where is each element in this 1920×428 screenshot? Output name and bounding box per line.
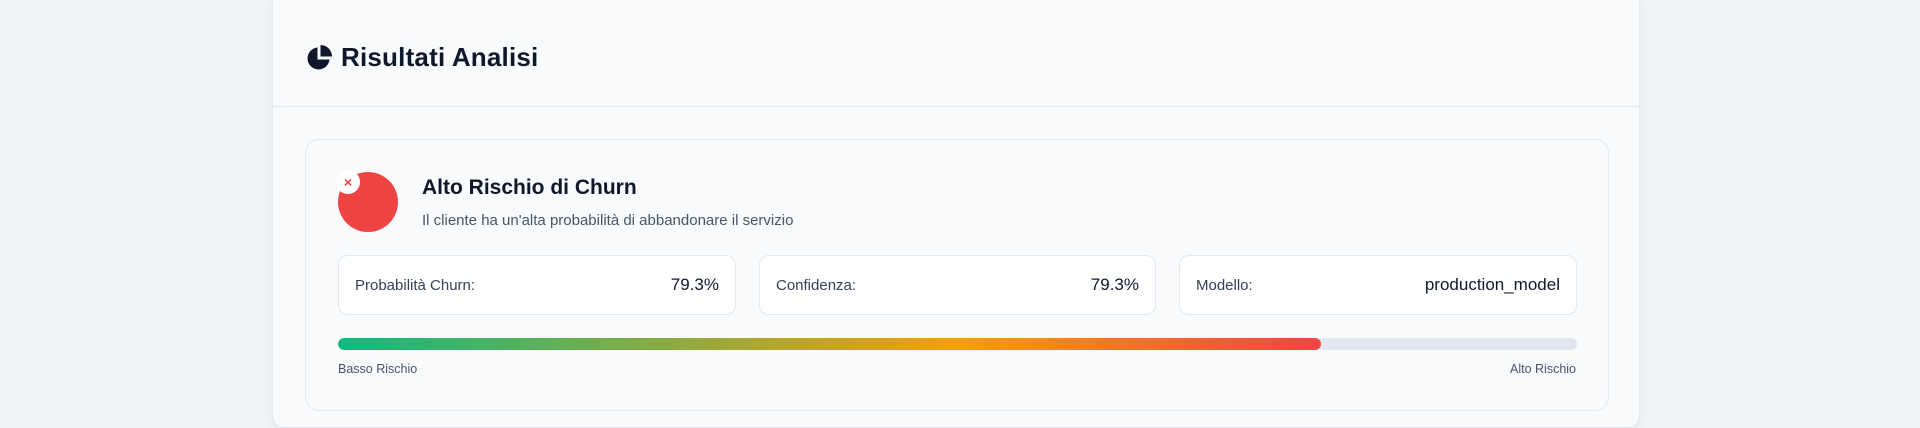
metric-label: Probabilità Churn: [355,276,476,294]
risk-progress-fill [338,338,1321,350]
metric-label: Modello: [1196,276,1253,294]
metric-value: 79.3% [1090,275,1139,294]
metric-confidence: Confidenza: 79.3% [759,255,1156,315]
chart-pie-icon [305,44,333,72]
analysis-results-panel: Risultati Analisi × Alto Rischio di Chur… [272,0,1640,428]
scale-high-label: Alto Rischio [1510,362,1576,376]
risk-description: Il cliente ha un'alta probabilità di abb… [422,212,794,229]
metric-value: 79.3% [670,275,719,294]
panel-header: Risultati Analisi [273,0,1639,107]
metric-label: Confidenza: [776,276,857,294]
churn-result-card: × Alto Rischio di Churn Il cliente ha un… [305,139,1609,411]
metric-churn-probability: Probabilità Churn: 79.3% [338,255,736,315]
status-icon: × [336,170,398,232]
page-title: Risultati Analisi [341,42,539,72]
panel-header-content: Risultati Analisi [305,42,538,73]
x-circle-icon: × [336,170,360,194]
risk-progress-track [338,338,1577,350]
metric-value: production_model [1424,275,1560,294]
scale-low-label: Basso Rischio [338,362,418,376]
metric-model: Modello: production_model [1179,255,1577,315]
risk-title: Alto Rischio di Churn [422,176,637,199]
